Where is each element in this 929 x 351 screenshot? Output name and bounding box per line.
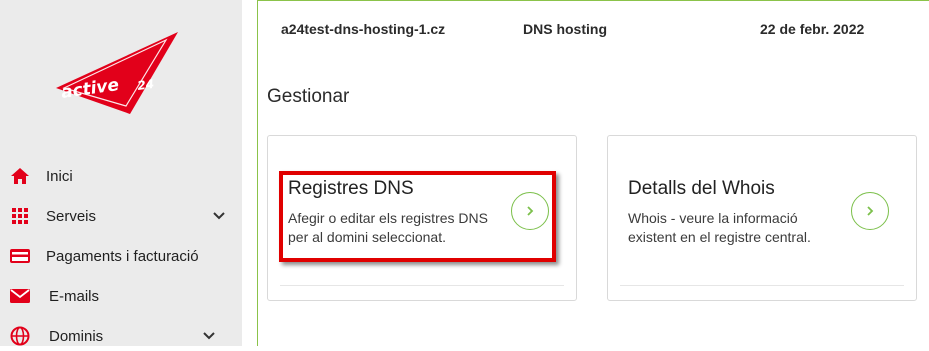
card-whois-details[interactable]: Detalls del Whois Whois - veure la infor…: [607, 135, 917, 301]
sidebar-item-emails[interactable]: E-mails: [0, 281, 242, 311]
service-date: 22 de febr. 2022: [760, 21, 865, 37]
logo-number: 24: [136, 77, 154, 93]
sidebar: active 24 Inici Serveis Pagaments i fact…: [0, 0, 242, 346]
sidebar-item-label: Dominis: [49, 327, 104, 345]
chevron-right-icon: [527, 206, 534, 216]
service-type: DNS hosting: [523, 21, 607, 37]
sidebar-item-label: Inici: [46, 167, 73, 185]
active24-logo[interactable]: active 24: [56, 30, 180, 120]
chevron-right-icon: [867, 206, 874, 216]
home-icon: [9, 165, 31, 187]
card-divider: [280, 285, 564, 286]
chevron-right-button[interactable]: [851, 192, 889, 230]
sidebar-item-label: Pagaments i facturació: [46, 247, 199, 265]
section-title: Gestionar: [267, 86, 350, 107]
sidebar-item-serveis[interactable]: Serveis: [0, 201, 242, 231]
chevron-down-icon: [202, 329, 216, 343]
credit-card-icon: [9, 245, 31, 267]
sidebar-item-dominis[interactable]: Dominis: [0, 321, 242, 351]
globe-icon: [9, 325, 31, 347]
chevron-right-button[interactable]: [511, 192, 549, 230]
domain-name: a24test-dns-hosting-1.cz: [281, 21, 446, 37]
card-divider: [620, 285, 904, 286]
card-description: Afegir o editar els registres DNS per al…: [288, 210, 488, 245]
sidebar-item-pagaments[interactable]: Pagaments i facturació: [0, 241, 242, 271]
mail-icon: [9, 285, 31, 307]
card-dns-records[interactable]: Registres DNS Afegir o editar els regist…: [267, 135, 577, 301]
card-title: Registres DNS: [288, 178, 414, 199]
chevron-down-icon: [212, 209, 226, 223]
sidebar-item-inici[interactable]: Inici: [0, 161, 242, 191]
sidebar-item-label: Serveis: [46, 207, 97, 225]
grid-icon: [9, 205, 31, 227]
sidebar-item-label: E-mails: [49, 287, 100, 305]
card-description: Whois - veure la informació existent en …: [628, 210, 811, 245]
card-title: Detalls del Whois: [628, 178, 775, 199]
